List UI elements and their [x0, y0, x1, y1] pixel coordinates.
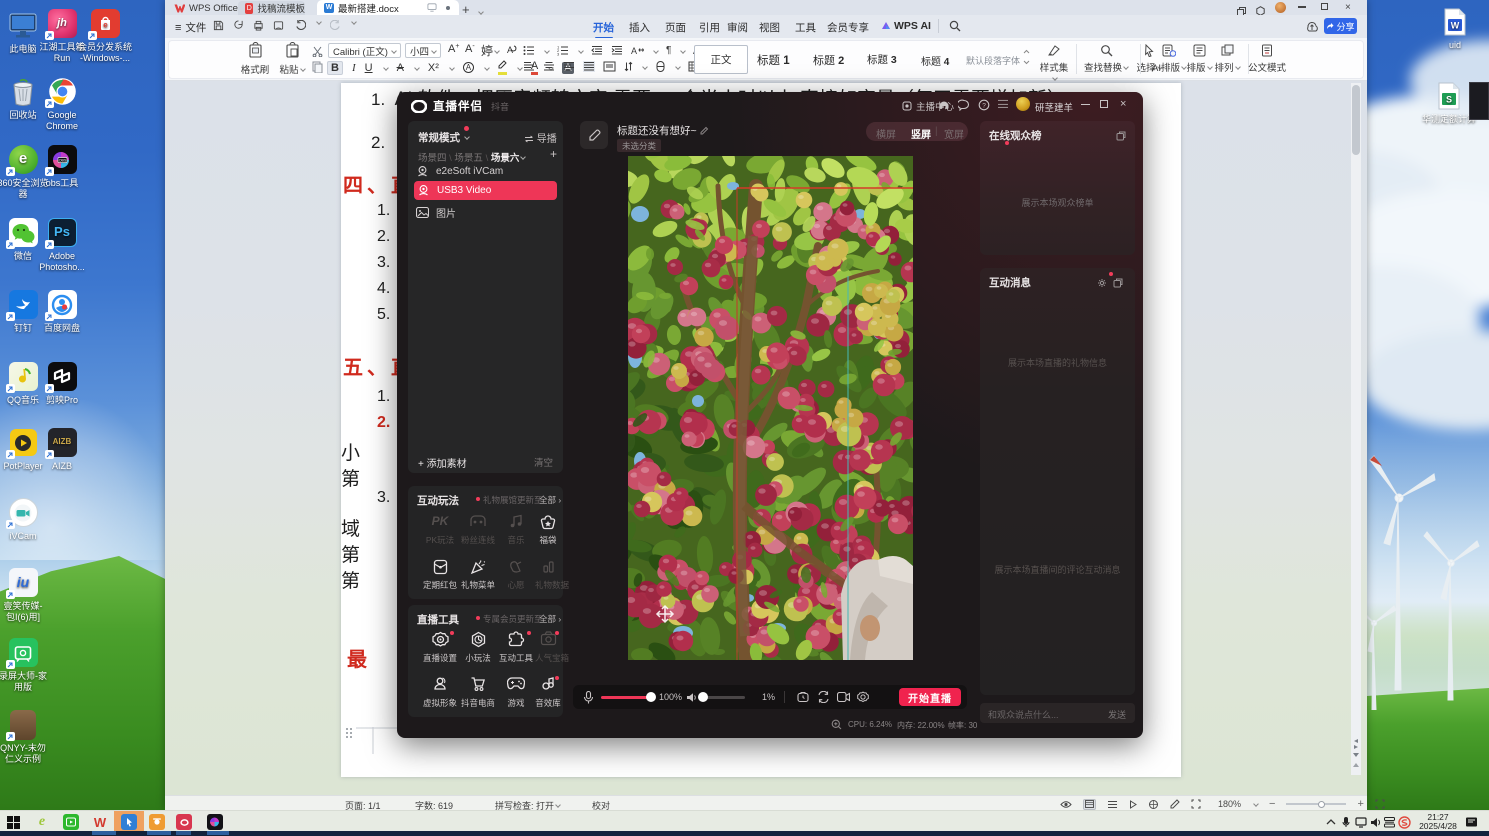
- svg-text:A: A: [631, 46, 637, 56]
- svg-text:A: A: [507, 45, 513, 55]
- svg-text:W: W: [1451, 20, 1460, 30]
- svg-text:S: S: [1446, 94, 1452, 104]
- svg-text:e: e: [103, 21, 108, 30]
- svg-text:3: 3: [557, 52, 560, 57]
- svg-text:OBS: OBS: [59, 158, 67, 162]
- svg-text:?: ?: [982, 102, 986, 109]
